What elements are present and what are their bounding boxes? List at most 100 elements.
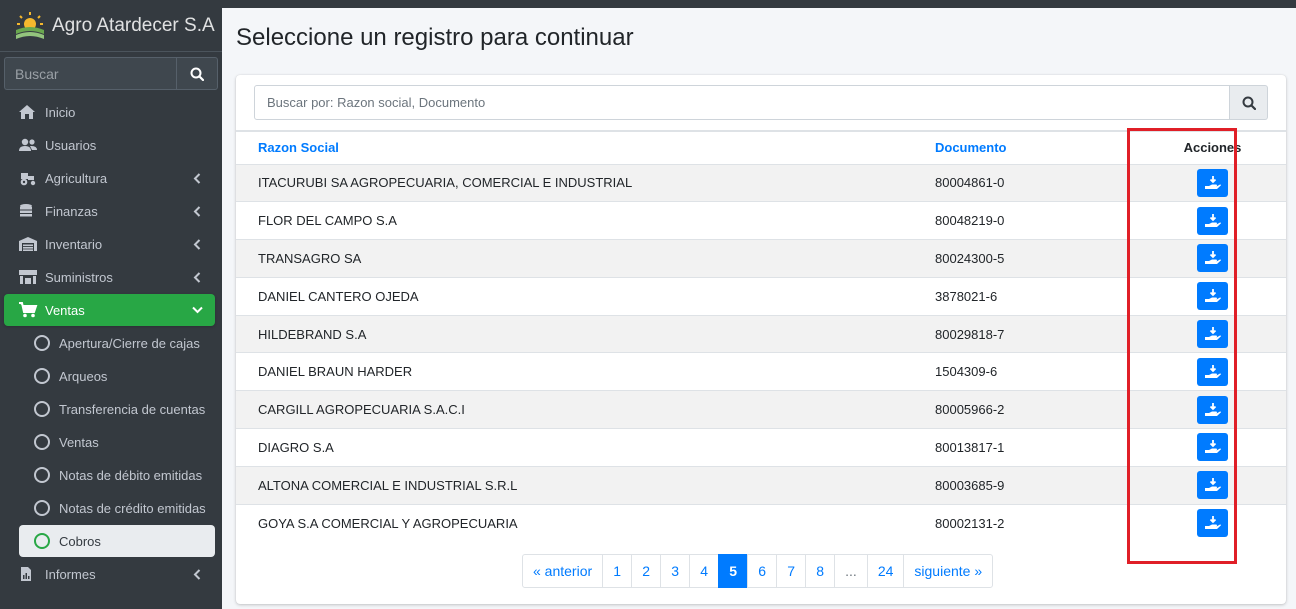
chevron-left-icon [193,272,201,283]
pagination: « anterior 1 2 3 4 5 6 7 8... 24 siguiente » [522,554,994,588]
sidebar-subitem-label: Notas de débito emitidas [59,467,203,483]
sidebar-item-inventario[interactable]: Inventario [4,228,215,260]
records-search-button[interactable] [1230,85,1268,120]
header-documento[interactable]: Documento [935,130,1139,165]
sidebar-item-label: Suministros [45,269,113,285]
circle-icon [34,434,50,450]
pagination-ellipsis[interactable]: ... [834,554,868,588]
select-record-button[interactable] [1197,357,1228,386]
select-record-button[interactable] [1197,509,1228,538]
pagination-page-4[interactable]: 4 [689,554,720,588]
sidebar-item-informes[interactable]: Informes [4,558,215,590]
pagination-page-24[interactable]: 24 [866,554,905,588]
cell-documento: 80004861-0 [935,163,1139,202]
pagination-page-6[interactable]: 6 [747,554,778,588]
select-record-button[interactable] [1197,320,1228,349]
cell-acciones [1139,465,1286,505]
sidebar-subitem-label: Apertura/Cierre de cajas [59,335,200,351]
records-search-input[interactable] [254,85,1230,120]
table-row[interactable]: CARGILL AGROPECUARIA S.A.C.I 80005966-2 [236,390,1286,429]
sidebar-item-usuarios[interactable]: Usuarios [4,129,215,161]
cell-documento: 80005966-2 [935,390,1139,429]
pagination-page-5[interactable]: 5 [718,554,749,588]
brand[interactable]: Agro Atardecer S.A [0,0,222,52]
cell-razon-social: FLOR DEL CAMPO S.A [236,201,935,240]
select-record-button[interactable] [1197,206,1228,235]
sidebar-item-suministros[interactable]: Suministros [4,261,215,293]
hand-money-icon [1204,364,1221,378]
table-row[interactable]: HILDEBRAND S.A 80029818-7 [236,314,1286,353]
sidebar-search-input[interactable] [4,57,176,90]
coins-icon [18,203,40,219]
records-card: Razon Social Documento Acciones ITACURUB… [236,75,1286,604]
cell-acciones [1139,276,1286,316]
report-icon [18,566,40,582]
pagination-page-8[interactable]: 8 [805,554,836,588]
pagination-page-7[interactable]: 7 [776,554,807,588]
hand-money-icon [1204,327,1221,341]
sidebar-item-agricultura[interactable]: Agricultura [4,162,215,194]
sidebar-item-label: Inventario [45,236,103,252]
table-row[interactable]: FLOR DEL CAMPO S.A 80048219-0 [236,201,1286,240]
sidebar-subitem-transferencia[interactable]: Transferencia de cuentas [19,393,215,425]
sidebar-search-button[interactable] [176,57,218,90]
pagination-page-2[interactable]: 2 [631,554,662,588]
cell-acciones [1139,428,1286,467]
table-row[interactable]: GOYA S.A COMERCIAL Y AGROPECUARIA 8000213… [236,503,1286,542]
pagination-prev[interactable]: « anterior [522,554,604,588]
table-row[interactable]: ITACURUBI SA AGROPECUARIA, COMERCIAL E I… [236,163,1286,202]
chevron-left-icon [193,569,201,580]
cell-documento: 1504309-6 [935,352,1139,391]
header-razon-social[interactable]: Razon Social [236,130,935,165]
table-row[interactable]: ALTONA COMERCIAL E INDUSTRIAL S.R.L 80003… [236,465,1286,505]
sidebar-subitem-ventas[interactable]: Ventas [19,426,215,458]
cell-documento: 80048219-0 [935,201,1139,240]
select-record-button[interactable] [1197,433,1228,462]
sidebar-subitem-notas-debito[interactable]: Notas de débito emitidas [19,459,215,491]
sidebar-subitem-arqueos[interactable]: Arqueos [19,360,215,392]
table-row[interactable]: DANIEL BRAUN HARDER 1504309-6 [236,352,1286,391]
pagination-page-3[interactable]: 3 [660,554,691,588]
pagination-next[interactable]: siguiente » [903,554,994,588]
sidebar-search [4,57,218,90]
sidebar-item-finanzas[interactable]: Finanzas [4,195,215,227]
cell-acciones [1139,201,1286,240]
sidebar-subitem-label: Ventas [59,434,99,450]
records-table: Razon Social Documento Acciones ITACURUB… [236,130,1286,542]
sidebar-subitem-notas-credito[interactable]: Notas de crédito emitidas [19,492,215,524]
cell-razon-social: TRANSAGRO SA [236,239,935,278]
sidebar-item-label: Inicio [45,104,76,120]
sidebar-subitem-label: Arqueos [59,368,108,384]
chevron-left-icon [193,239,201,250]
circle-icon [34,368,50,384]
circle-icon [34,500,50,516]
sidebar-subitem-apertura-cierre[interactable]: Apertura/Cierre de cajas [19,327,215,359]
pagination-page-1[interactable]: 1 [602,554,633,588]
sidebar-subitem-cobros[interactable]: Cobros [19,525,215,557]
sidebar-item-label: Ventas [45,302,85,318]
cell-documento: 80003685-9 [935,465,1139,505]
hand-money-icon [1204,251,1221,265]
cell-documento: 80013817-1 [935,428,1139,467]
hand-money-icon [1204,175,1221,189]
hand-money-icon [1204,289,1221,303]
circle-icon [34,467,50,483]
select-record-button[interactable] [1197,282,1228,311]
top-navbar [222,0,1296,8]
select-record-button[interactable] [1197,244,1228,273]
cell-acciones [1139,314,1286,353]
table-row[interactable]: TRANSAGRO SA 80024300-5 [236,239,1286,278]
cart-icon [18,302,40,318]
select-record-button[interactable] [1197,471,1228,500]
sidebar-item-inicio[interactable]: Inicio [4,96,215,128]
sidebar-subitem-label: Cobros [59,533,101,549]
select-record-button[interactable] [1197,395,1228,424]
page-title: Seleccione un registro para continuar [236,24,634,51]
sidebar-item-ventas[interactable]: Ventas [4,294,215,326]
cell-acciones [1139,163,1286,202]
warehouse-icon [18,236,40,252]
table-row[interactable]: DIAGRO S.A 80013817-1 [236,428,1286,467]
table-row[interactable]: DANIEL CANTERO OJEDA 3878021-6 [236,276,1286,316]
select-record-button[interactable] [1197,168,1228,197]
cell-acciones [1139,503,1286,542]
